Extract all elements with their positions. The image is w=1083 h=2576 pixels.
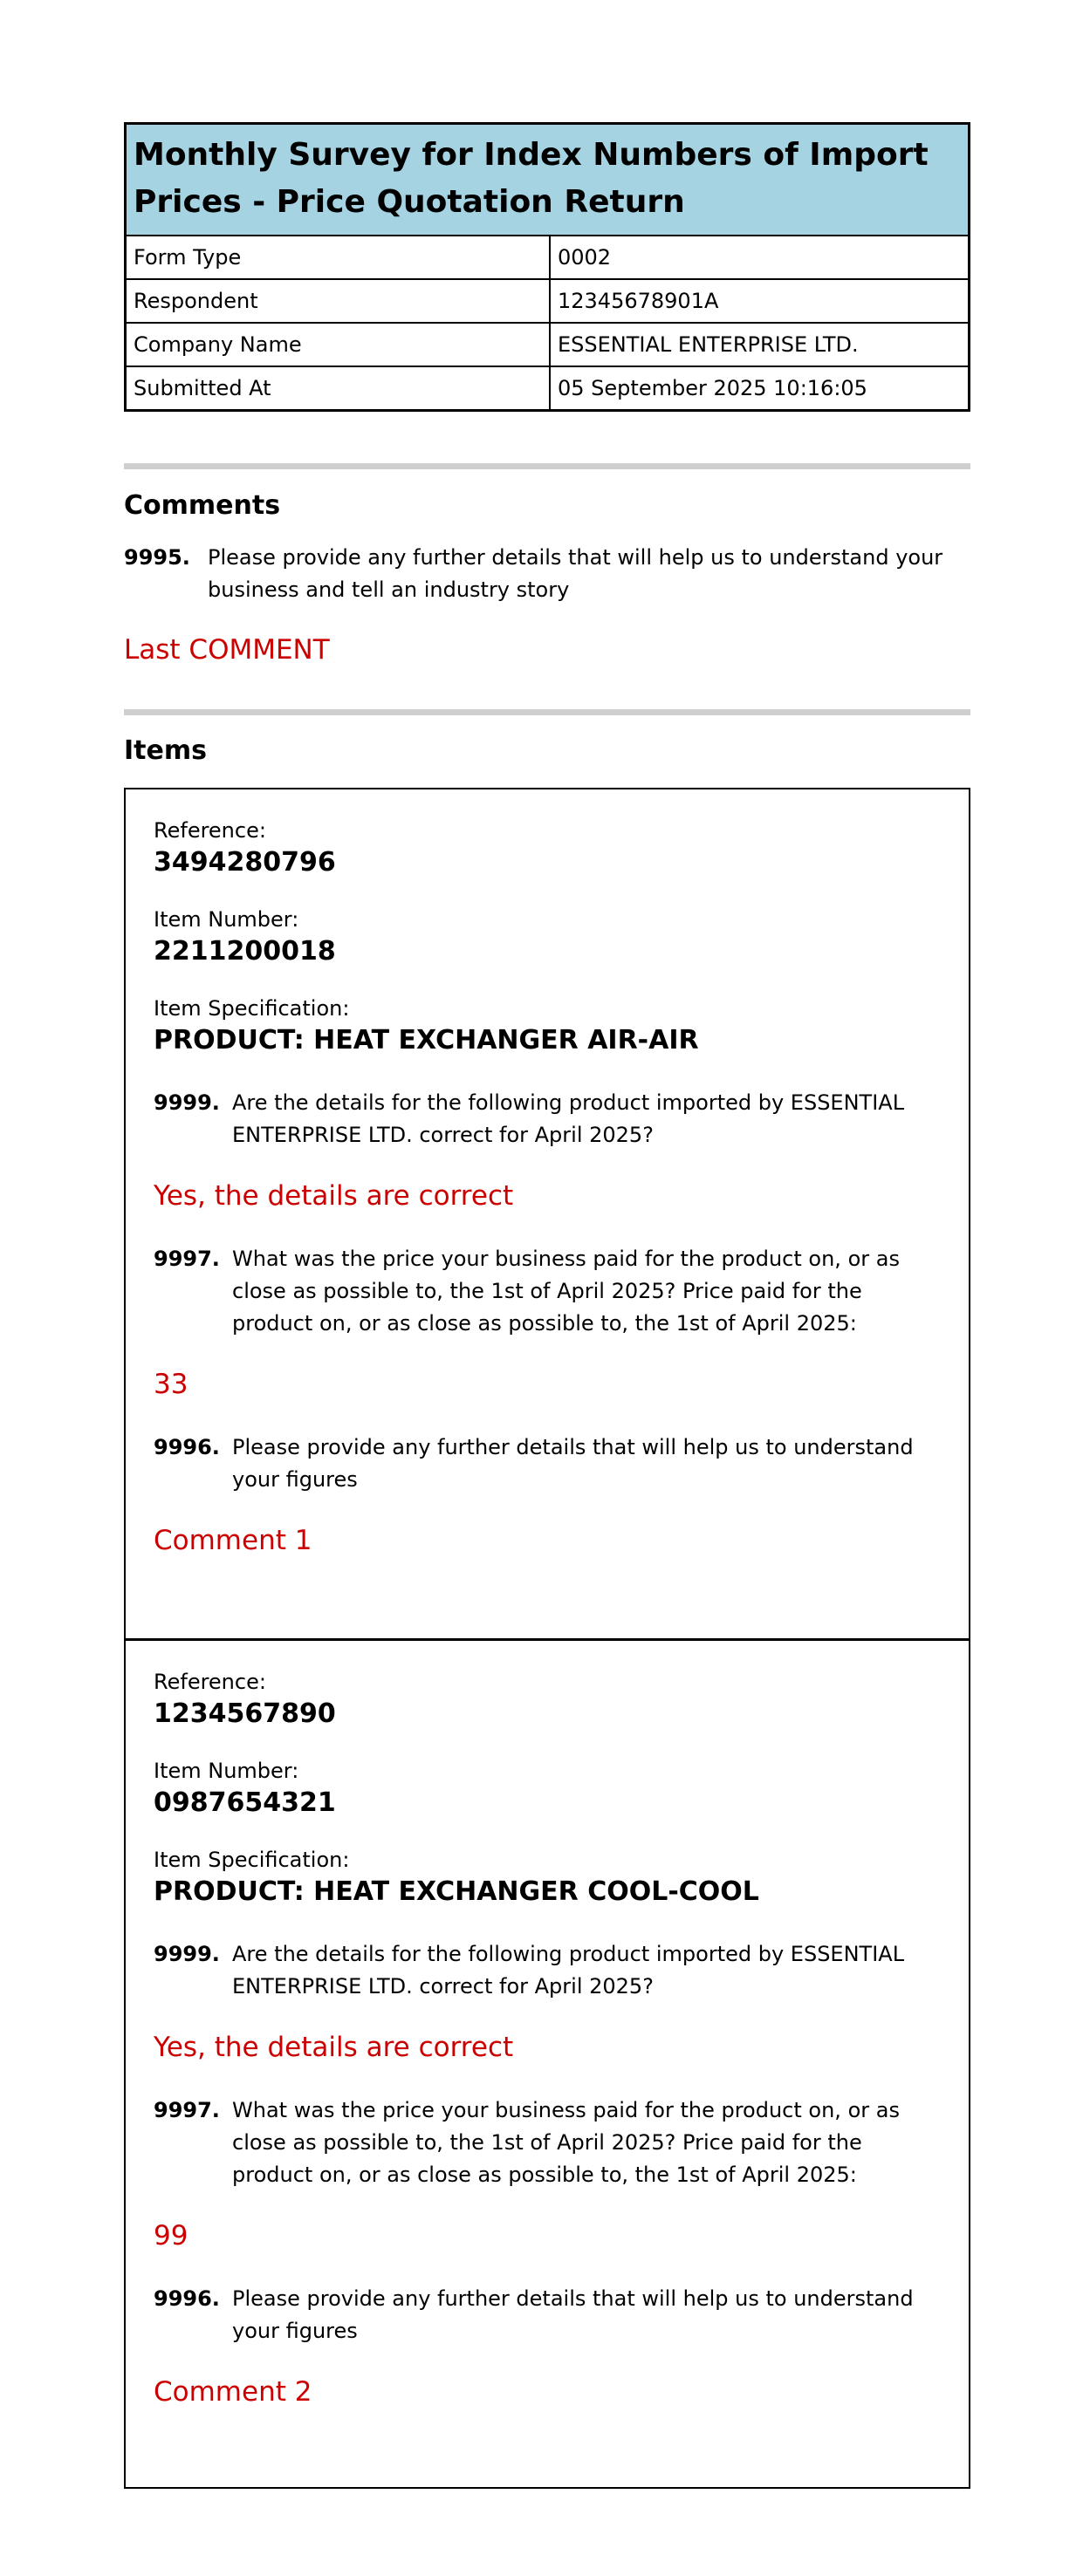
question-number: 9996. [154, 2286, 220, 2311]
summary-key: Submitted At [124, 366, 551, 412]
summary-value: ESSENTIAL ENTERPRISE LTD. [549, 322, 970, 367]
question-text: Please provide any further details that … [232, 2286, 914, 2343]
summary-value: 05 September 2025 10:16:05 [549, 366, 970, 412]
page-title: Monthly Survey for Index Numbers of Impo… [125, 123, 970, 236]
question-text: Are the details for the following produc… [232, 1942, 905, 1999]
summary-key: Respondent [124, 278, 551, 324]
question-price-paid: 9997. What was the price your business p… [154, 2094, 941, 2191]
summary-row-company-name: Company Name ESSENTIAL ENTERPRISE LTD. [124, 322, 970, 367]
item-spec-value: PRODUCT: HEAT EXCHANGER AIR-AIR [154, 1025, 699, 1056]
answer-price-paid: 99 [154, 2220, 188, 2251]
summary-row-form-type: Form Type 0002 [124, 235, 970, 280]
question-number: 9999. [154, 1090, 220, 1115]
comments-question: 9995. Please provide any further details… [124, 542, 970, 606]
summary-key: Company Name [124, 322, 551, 367]
question-text: Please provide any further details that … [208, 545, 943, 602]
item-spec-label: Item Specification: [154, 996, 350, 1021]
answer-further-details: Comment 1 [154, 1525, 312, 1556]
question-number: 9999. [154, 1942, 220, 1966]
price-quotation-return: Monthly Survey for Index Numbers of Impo… [124, 122, 970, 2489]
items-list: Reference: 3494280796 Item Number: 22112… [124, 788, 970, 2489]
question-number: 9997. [154, 2098, 220, 2122]
question-text: What was the price your business paid fo… [232, 1247, 900, 1336]
item-card: Reference: 1234567890 Item Number: 09876… [126, 1638, 969, 2487]
summary-row-respondent: Respondent 12345678901A [124, 278, 970, 324]
reference-label: Reference: [154, 818, 266, 843]
question-number: 9995. [124, 545, 190, 570]
summary-value: 12345678901A [549, 278, 970, 324]
item-number-value: 2211200018 [154, 936, 336, 967]
item-spec-label: Item Specification: [154, 1848, 350, 1872]
question-further-details: 9996. Please provide any further details… [154, 1431, 941, 1496]
item-card: Reference: 3494280796 Item Number: 22112… [126, 789, 969, 1638]
summary-table: Monthly Survey for Index Numbers of Impo… [124, 122, 970, 412]
question-details-correct: 9999. Are the details for the following … [154, 1087, 941, 1151]
question-price-paid: 9997. What was the price your business p… [154, 1243, 941, 1340]
section-divider [124, 709, 970, 715]
section-divider [124, 463, 970, 469]
item-number-value: 0987654321 [154, 1787, 336, 1818]
comments-answer: Last COMMENT [124, 634, 330, 666]
question-number: 9996. [154, 1435, 220, 1459]
summary-key: Form Type [124, 235, 551, 280]
answer-details-correct: Yes, the details are correct [154, 1180, 514, 1212]
reference-value: 3494280796 [154, 847, 336, 878]
question-number: 9997. [154, 1247, 220, 1271]
comments-section: Comments 9995. Please provide any furthe… [124, 489, 970, 667]
question-details-correct: 9999. Are the details for the following … [154, 1938, 941, 2003]
items-heading: Items [124, 735, 207, 766]
comments-heading: Comments [124, 490, 281, 521]
question-text: Please provide any further details that … [232, 1435, 914, 1492]
reference-value: 1234567890 [154, 1698, 336, 1729]
item-number-label: Item Number: [154, 907, 299, 932]
question-text: Are the details for the following produc… [232, 1090, 905, 1147]
summary-value: 0002 [549, 235, 970, 280]
answer-details-correct: Yes, the details are correct [154, 2032, 514, 2063]
answer-price-paid: 33 [154, 1369, 188, 1400]
item-spec-value: PRODUCT: HEAT EXCHANGER COOL-COOL [154, 1876, 759, 1907]
summary-row-submitted-at: Submitted At 05 September 2025 10:16:05 [124, 366, 970, 412]
answer-further-details: Comment 2 [154, 2376, 312, 2408]
question-text: What was the price your business paid fo… [232, 2098, 900, 2187]
question-further-details: 9996. Please provide any further details… [154, 2283, 941, 2347]
reference-label: Reference: [154, 1670, 266, 1694]
item-number-label: Item Number: [154, 1759, 299, 1783]
